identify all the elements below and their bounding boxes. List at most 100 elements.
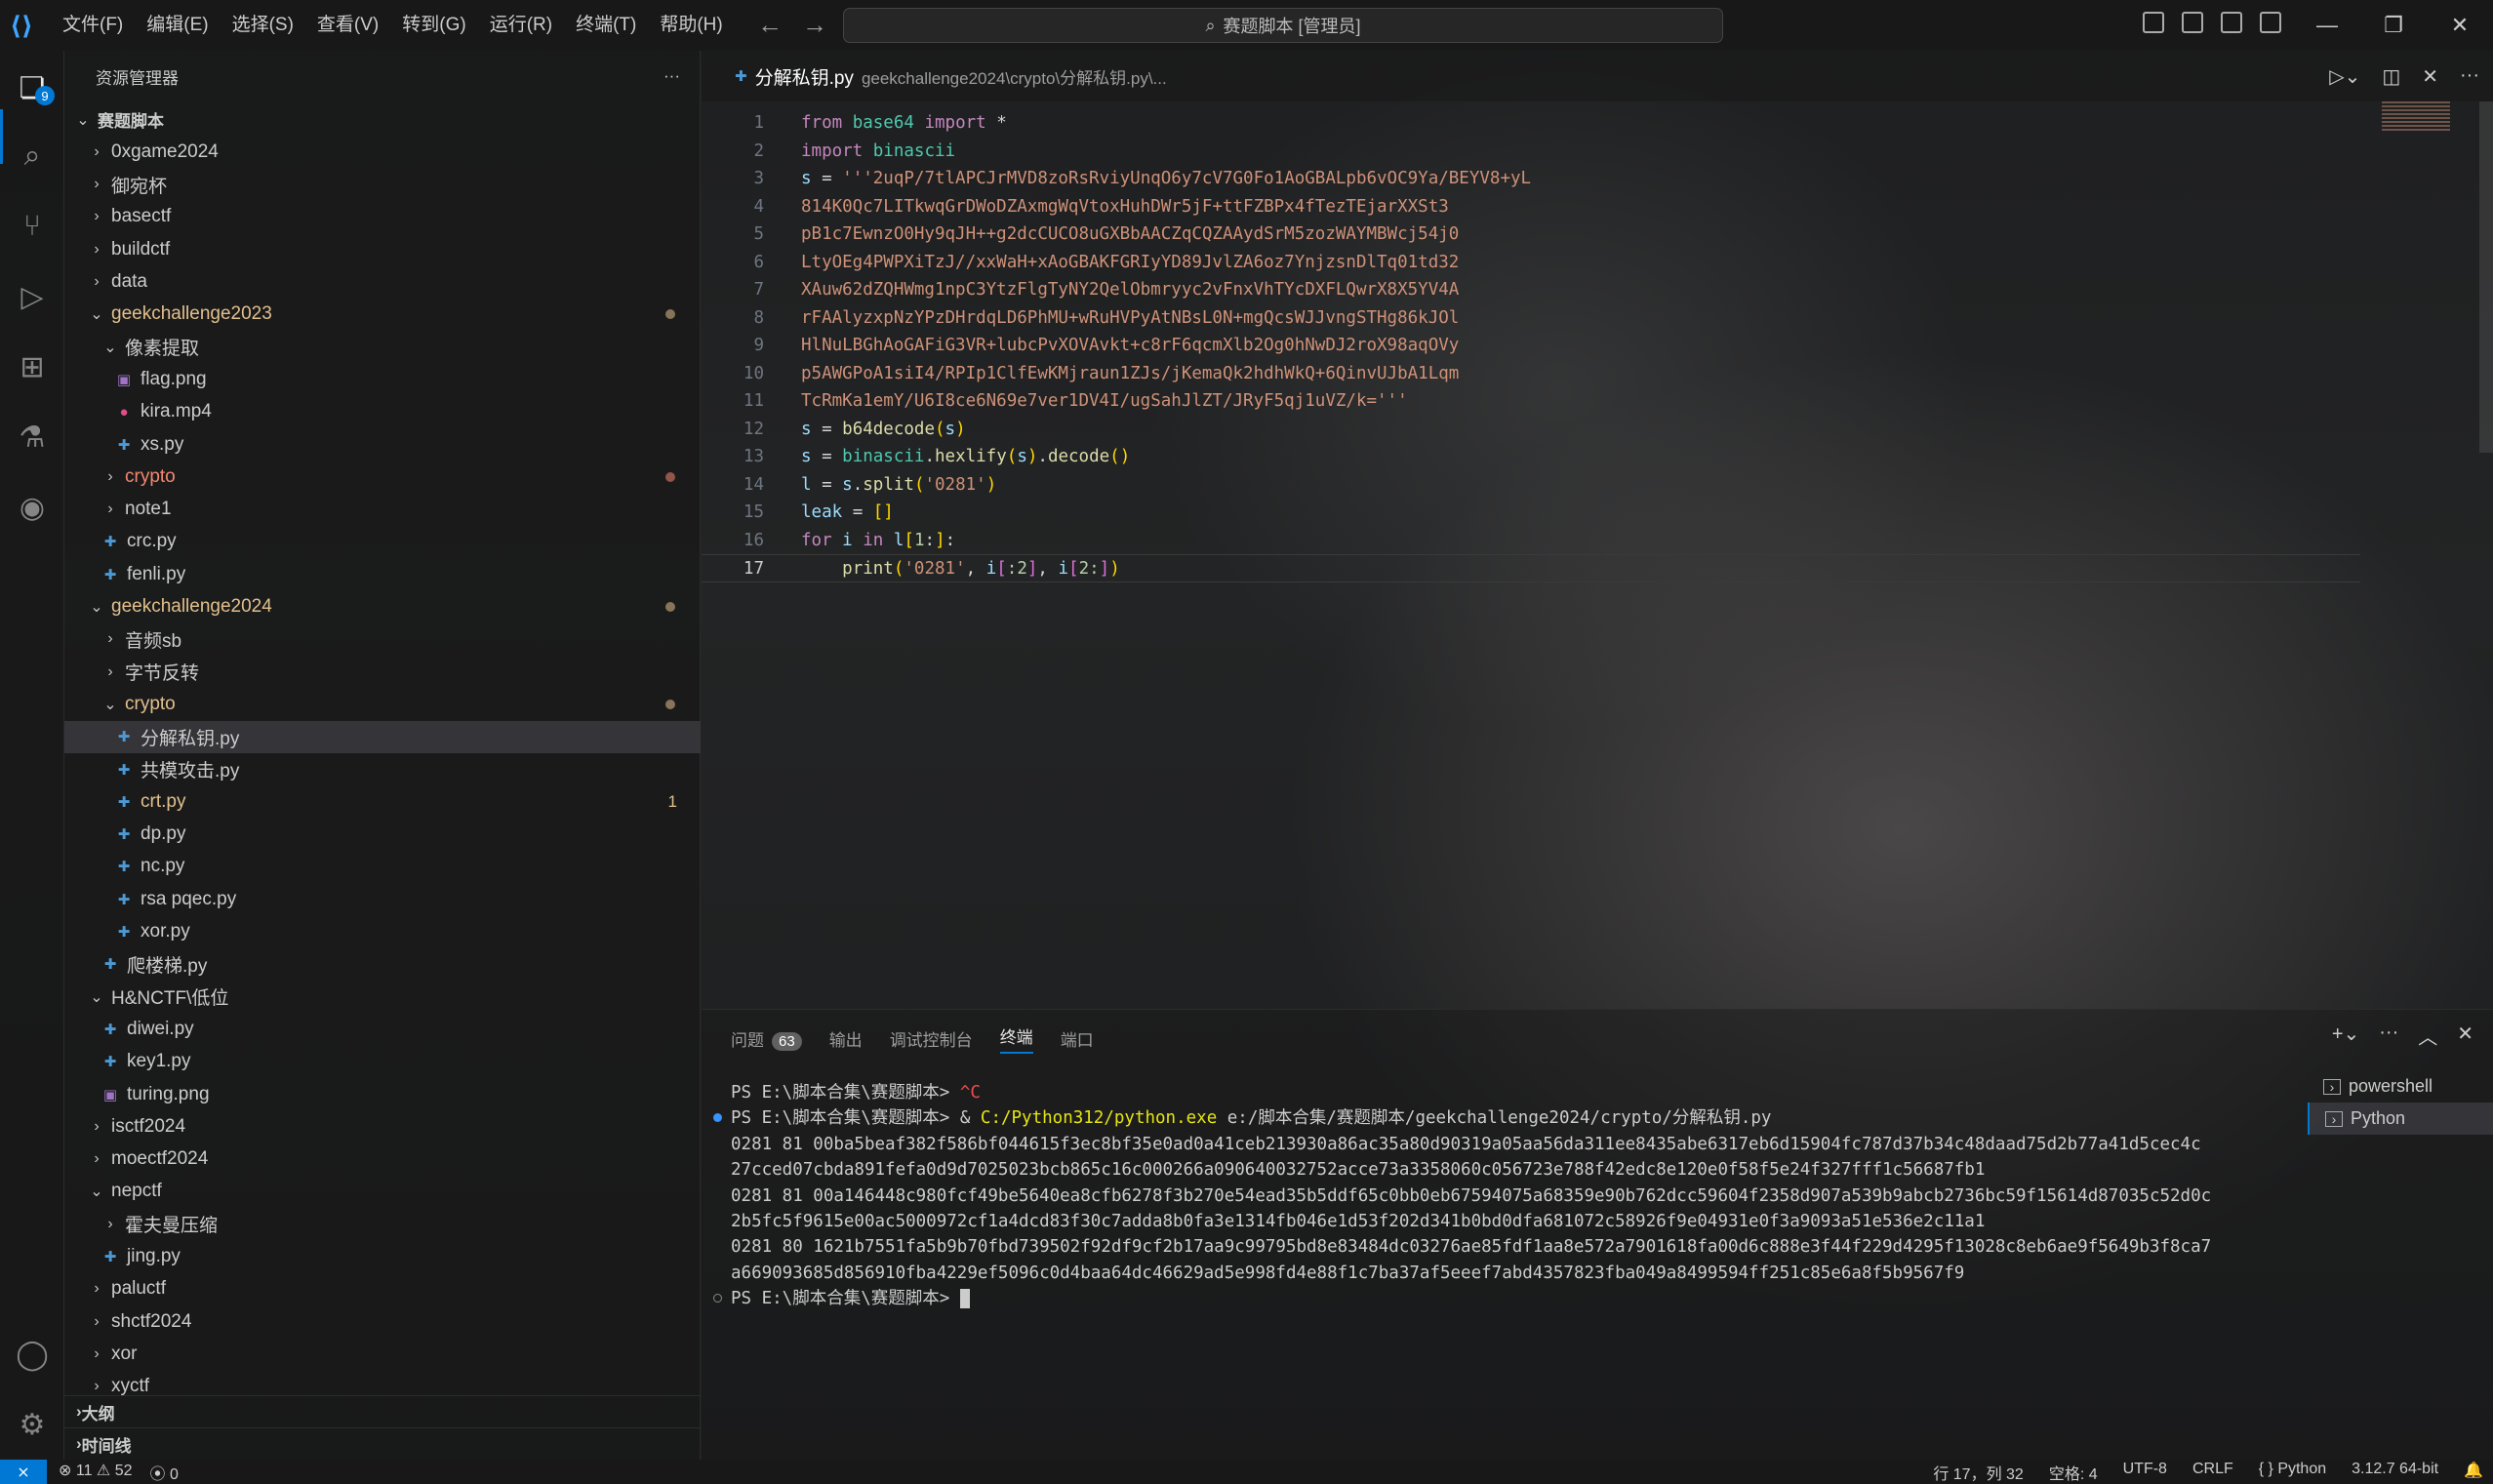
customize-layout-icon[interactable] <box>2260 12 2281 33</box>
tree-folder[interactable]: › 字节反转 <box>64 656 701 688</box>
indentation[interactable]: 空格: 4 <box>2049 1461 2098 1484</box>
tree-file[interactable]: ▣ turing.png <box>64 1078 701 1110</box>
run-debug-icon[interactable]: ▷ <box>13 277 52 316</box>
panel-tab[interactable]: 终端 <box>999 1023 1033 1054</box>
toggle-panel-icon[interactable] <box>2182 12 2203 33</box>
menu-item[interactable]: 文件(F) <box>51 0 135 51</box>
new-terminal-icon[interactable]: +⌄ <box>2332 1022 2359 1050</box>
menu-item[interactable]: 查看(V) <box>305 0 390 51</box>
close-panel-icon[interactable]: ✕ <box>2457 1022 2473 1050</box>
extensions-icon[interactable]: ⊞ <box>13 347 52 386</box>
tree-folder[interactable]: › note1 <box>64 494 701 526</box>
split-editor-icon[interactable]: ◫ <box>2382 64 2400 89</box>
minimize-icon[interactable]: — <box>2294 0 2360 51</box>
minimap[interactable] <box>2382 101 2450 131</box>
menu-item[interactable]: 转到(G) <box>390 0 477 51</box>
tree-folder[interactable]: ⌄ crypto <box>64 688 701 720</box>
timeline-section[interactable]: › 时间线 <box>64 1427 701 1460</box>
tree-file[interactable]: ✚ fenli.py <box>64 558 701 590</box>
python-interpreter[interactable]: 3.12.7 64-bit <box>2352 1461 2438 1484</box>
tree-file[interactable]: ✚ 分解私钥.py <box>64 720 701 753</box>
tree-folder[interactable]: › 音频sb <box>64 623 701 656</box>
github-icon[interactable]: ◉ <box>13 488 52 527</box>
tree-folder[interactable]: › basectf <box>64 201 701 233</box>
menu-item[interactable]: 运行(R) <box>478 0 564 51</box>
tree-folder[interactable]: ⌄ 像素提取 <box>64 331 701 363</box>
maximize-panel-icon[interactable]: ︿ <box>2418 1022 2437 1050</box>
tree-folder[interactable]: ⌄ geekchallenge2024 <box>64 591 701 623</box>
menu-item[interactable]: 终端(T) <box>564 0 648 51</box>
python-file-icon: ✚ <box>117 436 131 454</box>
tree-file[interactable]: ✚ nc.py <box>64 851 701 883</box>
command-center[interactable]: ⌕ 赛题脚本 [管理员] <box>843 8 1723 43</box>
outline-section[interactable]: › 大纲 <box>64 1395 701 1427</box>
tree-folder[interactable]: › paluctf <box>64 1273 701 1305</box>
remote-indicator-icon[interactable]: ⨯ <box>0 1460 47 1484</box>
close-editor-icon[interactable]: ✕ <box>2422 64 2438 89</box>
tree-file[interactable]: ✚ dp.py <box>64 819 701 851</box>
notifications-bell-icon[interactable]: 🔔 <box>2464 1461 2483 1484</box>
run-python-file-icon[interactable]: ▷⌄ <box>2329 64 2360 89</box>
tree-file[interactable]: ✚ diwei.py <box>64 1013 701 1045</box>
editor-tab[interactable]: ✚ 分解私钥.py geekchallenge2024\crypto\分解私钥.… <box>702 51 1181 101</box>
tree-folder[interactable]: ⌄ nepctf <box>64 1176 701 1208</box>
tree-file[interactable]: ✚ xs.py <box>64 428 701 461</box>
toggle-primary-sidebar-icon[interactable] <box>2143 12 2164 33</box>
tree-root-folder[interactable]: ⌄ 赛题脚本 <box>64 103 701 136</box>
tree-folder[interactable]: › moectf2024 <box>64 1143 701 1176</box>
panel-tab[interactable]: 调试控制台 <box>890 1026 973 1051</box>
tree-folder[interactable]: › 御宛杯 <box>64 169 701 201</box>
tree-file[interactable]: ✚ rsa pqec.py <box>64 883 701 915</box>
tree-folder[interactable]: › 0xgame2024 <box>64 136 701 168</box>
problems-status[interactable]: ⊗ 11 ⚠ 52 <box>59 1461 133 1484</box>
tree-file[interactable]: ✚ key1.py <box>64 1046 701 1078</box>
status-right: 行 17，列 32 空格: 4 UTF-8 CRLF { } Python 3.… <box>1933 1461 2483 1484</box>
tree-file[interactable]: ▣ flag.png <box>64 363 701 395</box>
tree-folder[interactable]: › xor <box>64 1338 701 1370</box>
command-decoration-icon[interactable] <box>713 1294 722 1304</box>
cursor-position[interactable]: 行 17，列 32 <box>1933 1461 2024 1484</box>
tree-file[interactable]: ✚ jing.py <box>64 1241 701 1273</box>
more-actions-icon[interactable]: ··· <box>2460 64 2479 89</box>
more-actions-icon[interactable]: ··· <box>2379 1022 2398 1050</box>
panel-tab[interactable]: 问题 63 <box>731 1026 802 1051</box>
tree-folder[interactable]: › data <box>64 266 701 299</box>
tree-folder[interactable]: › buildctf <box>64 233 701 265</box>
terminal-instance[interactable]: › Python <box>2308 1103 2493 1135</box>
command-decoration-icon[interactable] <box>713 1113 722 1123</box>
file-encoding[interactable]: UTF-8 <box>2123 1461 2167 1484</box>
restore-icon[interactable]: ❐ <box>2360 0 2427 51</box>
editor-scrollbar[interactable] <box>2479 101 2493 453</box>
tree-file[interactable]: ✚ crc.py <box>64 526 701 558</box>
panel-tab[interactable]: 输出 <box>829 1026 863 1051</box>
toggle-secondary-sidebar-icon[interactable] <box>2221 12 2242 33</box>
tree-folder[interactable]: › isctf2024 <box>64 1110 701 1143</box>
account-icon[interactable]: ◯ <box>13 1335 52 1374</box>
panel-tab[interactable]: 端口 <box>1061 1026 1094 1051</box>
tree-file[interactable]: ✚ crt.py 1 <box>64 785 701 818</box>
ports-status[interactable]: ⦿ 0 <box>150 1461 179 1484</box>
source-control-icon[interactable]: ⑂ <box>13 207 52 246</box>
tree-file[interactable]: ✚ 共模攻击.py <box>64 753 701 785</box>
menu-item[interactable]: 选择(S) <box>221 0 305 51</box>
menu-item[interactable]: 帮助(H) <box>648 0 734 51</box>
tree-file[interactable]: ● kira.mp4 <box>64 396 701 428</box>
testing-icon[interactable]: ⚗ <box>13 418 52 457</box>
search-icon[interactable]: ⌕ <box>13 137 52 176</box>
tree-folder[interactable]: ⌄ geekchallenge2023 <box>64 299 701 331</box>
more-actions-icon[interactable]: ··· <box>663 66 680 86</box>
line-ending[interactable]: CRLF <box>2192 1461 2233 1484</box>
tree-folder[interactable]: ⌄ H&NCTF\低位 <box>64 981 701 1013</box>
language-mode[interactable]: { } Python <box>2259 1461 2326 1484</box>
tree-folder[interactable]: › crypto <box>64 461 701 493</box>
back-arrow-icon[interactable]: ← <box>757 10 783 40</box>
menu-item[interactable]: 编辑(E) <box>135 0 220 51</box>
tree-file[interactable]: ✚ 爬楼梯.py <box>64 948 701 981</box>
terminal-instance[interactable]: › powershell <box>2308 1070 2493 1103</box>
tree-folder[interactable]: › 霍夫曼压缩 <box>64 1208 701 1240</box>
tree-folder[interactable]: › shctf2024 <box>64 1305 701 1338</box>
tree-file[interactable]: ✚ xor.py <box>64 916 701 948</box>
forward-arrow-icon[interactable]: → <box>802 10 827 40</box>
close-icon[interactable]: ✕ <box>2427 0 2493 51</box>
settings-gear-icon[interactable]: ⚙ <box>13 1405 52 1444</box>
